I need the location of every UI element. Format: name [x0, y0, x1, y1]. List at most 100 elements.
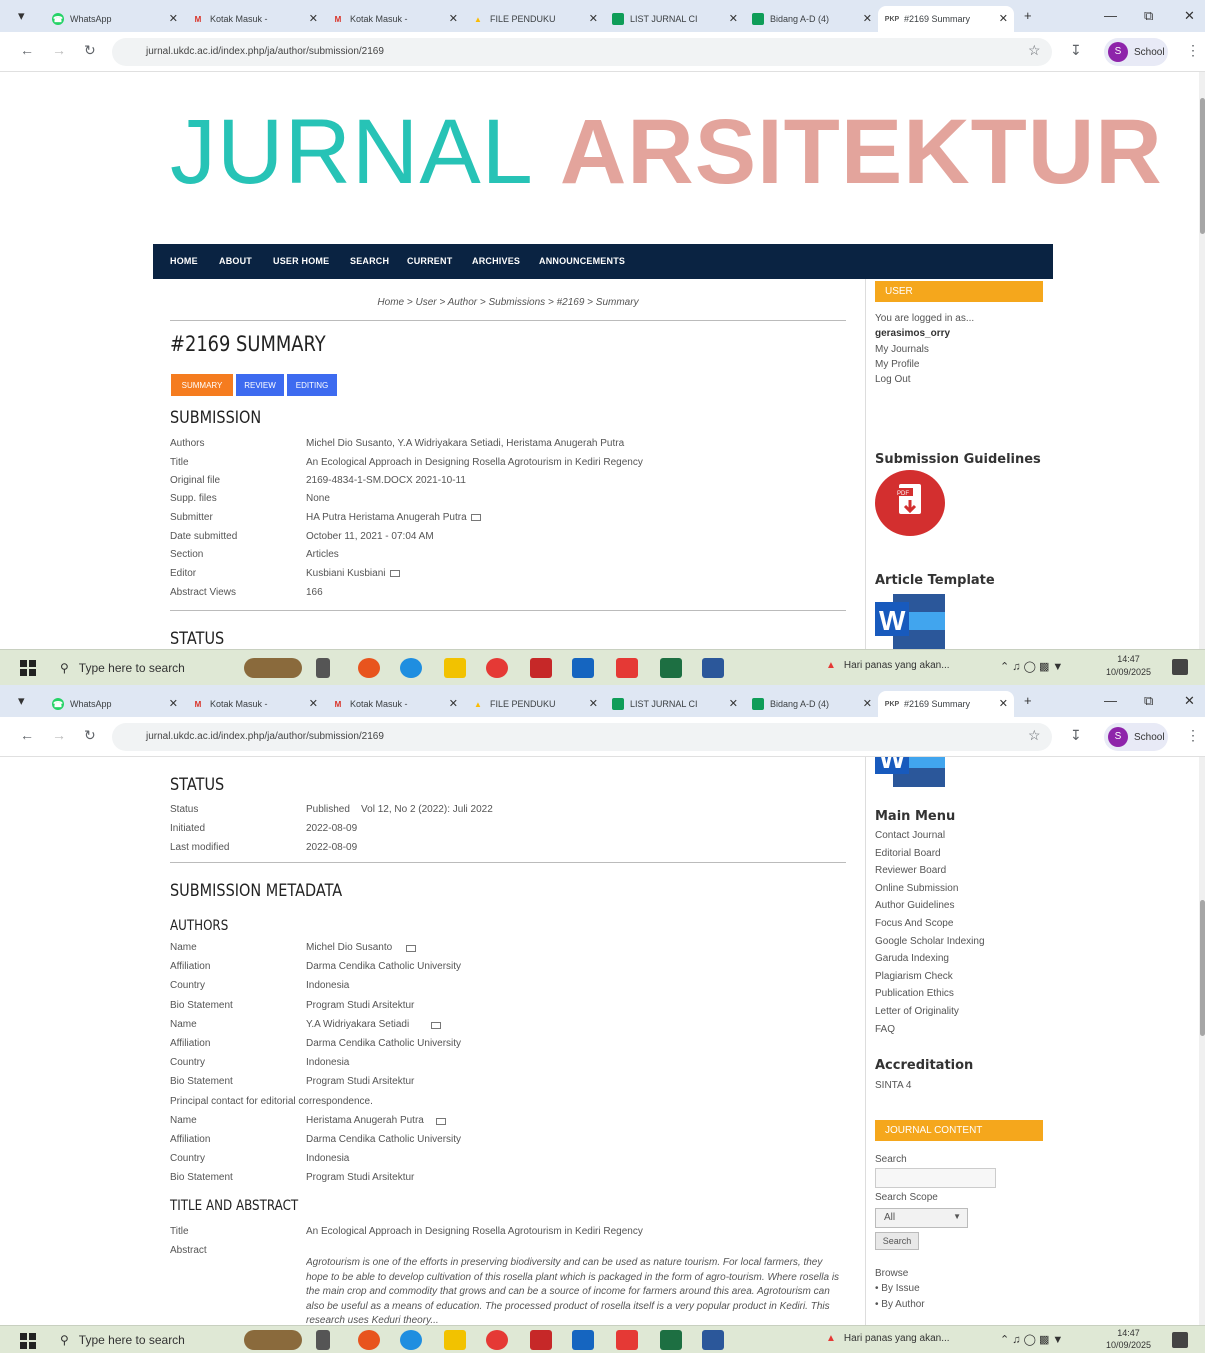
pdf-download-icon[interactable]: PDF [875, 470, 945, 536]
close-icon[interactable]: ✕ [999, 697, 1008, 710]
chrome-icon[interactable] [486, 1330, 508, 1350]
new-tab-icon[interactable]: + [1024, 8, 1032, 23]
word-icon[interactable] [702, 1330, 724, 1350]
tab-summary[interactable]: SUMMARY [171, 374, 233, 396]
browser-tab[interactable]: ☎ WhatsApp ✕ [44, 6, 184, 32]
system-tray-icons[interactable]: ⌃ ♫ ◯ ▩ ▼ [1000, 660, 1063, 673]
taskbar-search[interactable]: ⚲ Type here to search [52, 1326, 242, 1354]
tab-search-icon[interactable]: ▾ [18, 8, 25, 24]
main-menu-link[interactable]: Focus And Scope [875, 915, 985, 933]
clock[interactable]: 14:47 10/09/2025 [1106, 1327, 1151, 1351]
app-icon[interactable] [530, 1330, 552, 1350]
scrollbar-thumb[interactable] [1200, 900, 1205, 1036]
browser-tab[interactable]: ▲ FILE PENDUKU ✕ [464, 691, 604, 717]
clock[interactable]: 14:47 10/09/2025 [1106, 653, 1151, 679]
app-icon[interactable] [572, 658, 594, 678]
close-icon[interactable]: ✕ [449, 12, 458, 25]
minimize-icon[interactable]: — [1104, 693, 1117, 708]
edge-icon[interactable] [400, 1330, 422, 1350]
close-icon[interactable]: ✕ [729, 12, 738, 25]
notification-icon[interactable] [1172, 1332, 1188, 1348]
download-icon[interactable]: ↧ [1070, 727, 1082, 744]
my-profile-link[interactable]: My Profile [875, 357, 929, 372]
word-template-icon[interactable]: W [875, 757, 945, 787]
nav-announcements[interactable]: ANNOUNCEMENTS [539, 256, 625, 266]
back-icon[interactable]: ← [20, 727, 34, 743]
main-menu-link[interactable]: Editorial Board [875, 845, 985, 863]
word-template-icon[interactable]: W [875, 594, 945, 649]
nav-home[interactable]: HOME [170, 256, 198, 266]
main-menu-link[interactable]: Author Guidelines [875, 897, 985, 915]
search-input[interactable] [875, 1168, 996, 1188]
back-icon[interactable]: ← [20, 42, 34, 58]
forward-icon[interactable]: → [52, 727, 66, 743]
profile-button[interactable]: S School [1104, 723, 1168, 751]
app-icon[interactable] [530, 658, 552, 678]
original-file-link[interactable]: 2169-4834-1-SM.DOCX 2021-10-11 [306, 475, 466, 486]
my-journals-link[interactable]: My Journals [875, 342, 929, 357]
email-icon[interactable] [431, 1021, 442, 1029]
browser-tab-active[interactable]: PKP #2169 Summary ✕ [878, 691, 1014, 717]
reload-icon[interactable]: ↻ [84, 727, 96, 744]
nav-archives[interactable]: ARCHIVES [472, 256, 520, 266]
browse-by-issue-link[interactable]: • By Issue [875, 1281, 925, 1297]
weather-widget[interactable]: ▲ Hari panas yang akan... [826, 660, 950, 671]
main-menu-link[interactable]: FAQ [875, 1021, 985, 1039]
star-icon[interactable]: ☆ [1028, 42, 1041, 59]
close-icon[interactable]: ✕ [729, 697, 738, 710]
excel-icon[interactable] [660, 658, 682, 678]
new-tab-icon[interactable]: + [1024, 693, 1032, 708]
browser-tab[interactable]: ☎ WhatsApp ✕ [44, 691, 184, 717]
main-menu-link[interactable]: Letter of Originality [875, 1003, 985, 1021]
browser-tab-active[interactable]: PKP #2169 Summary ✕ [878, 6, 1014, 32]
task-view-icon[interactable] [316, 1330, 330, 1350]
email-icon[interactable] [405, 945, 416, 952]
main-menu-link[interactable]: Google Scholar Indexing [875, 933, 985, 951]
email-icon[interactable] [436, 1117, 447, 1125]
close-icon[interactable]: ✕ [863, 12, 872, 25]
nav-about[interactable]: ABOUT [219, 256, 252, 266]
profile-button[interactable]: S School [1104, 38, 1168, 66]
app-icon[interactable] [358, 658, 380, 678]
forward-icon[interactable]: → [52, 42, 66, 58]
tab-review[interactable]: REVIEW [236, 374, 284, 396]
star-icon[interactable]: ☆ [1028, 727, 1041, 744]
close-window-icon[interactable]: ✕ [1184, 693, 1195, 709]
close-icon[interactable]: ✕ [999, 12, 1008, 25]
main-menu-link[interactable]: Publication Ethics [875, 985, 985, 1003]
menu-kebab-icon[interactable]: ⋮ [1186, 42, 1200, 59]
download-icon[interactable]: ↧ [1070, 42, 1082, 59]
log-out-link[interactable]: Log Out [875, 372, 929, 387]
app-icon[interactable] [358, 1330, 380, 1350]
scrollbar-thumb[interactable] [1200, 98, 1205, 234]
edge-icon[interactable] [400, 658, 422, 678]
file-explorer-icon[interactable] [444, 658, 466, 678]
url-bar[interactable]: jurnal.ukdc.ac.id/index.php/ja/author/su… [112, 38, 1052, 66]
windows-start-icon[interactable] [20, 660, 36, 676]
tab-editing[interactable]: EDITING [287, 374, 337, 396]
url-bar[interactable]: jurnal.ukdc.ac.id/index.php/ja/author/su… [112, 723, 1052, 751]
close-icon[interactable]: ✕ [309, 697, 318, 710]
menu-kebab-icon[interactable]: ⋮ [1186, 727, 1200, 744]
app-icon[interactable] [572, 1330, 594, 1350]
taskbar-search[interactable]: ⚲ Type here to search [52, 654, 242, 682]
word-icon[interactable] [702, 658, 724, 678]
restore-icon[interactable]: ⧉ [1144, 693, 1153, 709]
email-icon[interactable] [470, 513, 481, 521]
reload-icon[interactable]: ↻ [84, 42, 96, 59]
browser-tab[interactable]: Bidang A-D (4) ✕ [744, 6, 878, 32]
browser-tab[interactable]: M Kotak Masuk - ✕ [184, 691, 324, 717]
accreditation-link[interactable]: SINTA 4 [875, 1077, 912, 1095]
browser-tab[interactable]: ▲ FILE PENDUKU ✕ [464, 6, 604, 32]
browser-tab[interactable]: LIST JURNAL CI ✕ [604, 6, 744, 32]
minimize-icon[interactable]: — [1104, 8, 1117, 23]
notification-icon[interactable] [1172, 659, 1188, 675]
windows-start-icon[interactable] [20, 1333, 36, 1349]
close-icon[interactable]: ✕ [169, 697, 178, 710]
browser-tab[interactable]: M Kotak Masuk - ✕ [324, 6, 464, 32]
email-icon[interactable] [389, 569, 400, 577]
main-menu-link[interactable]: Plagiarism Check [875, 968, 985, 986]
acrobat-icon[interactable] [616, 1330, 638, 1350]
file-explorer-icon[interactable] [444, 1330, 466, 1350]
nav-current[interactable]: CURRENT [407, 256, 452, 266]
